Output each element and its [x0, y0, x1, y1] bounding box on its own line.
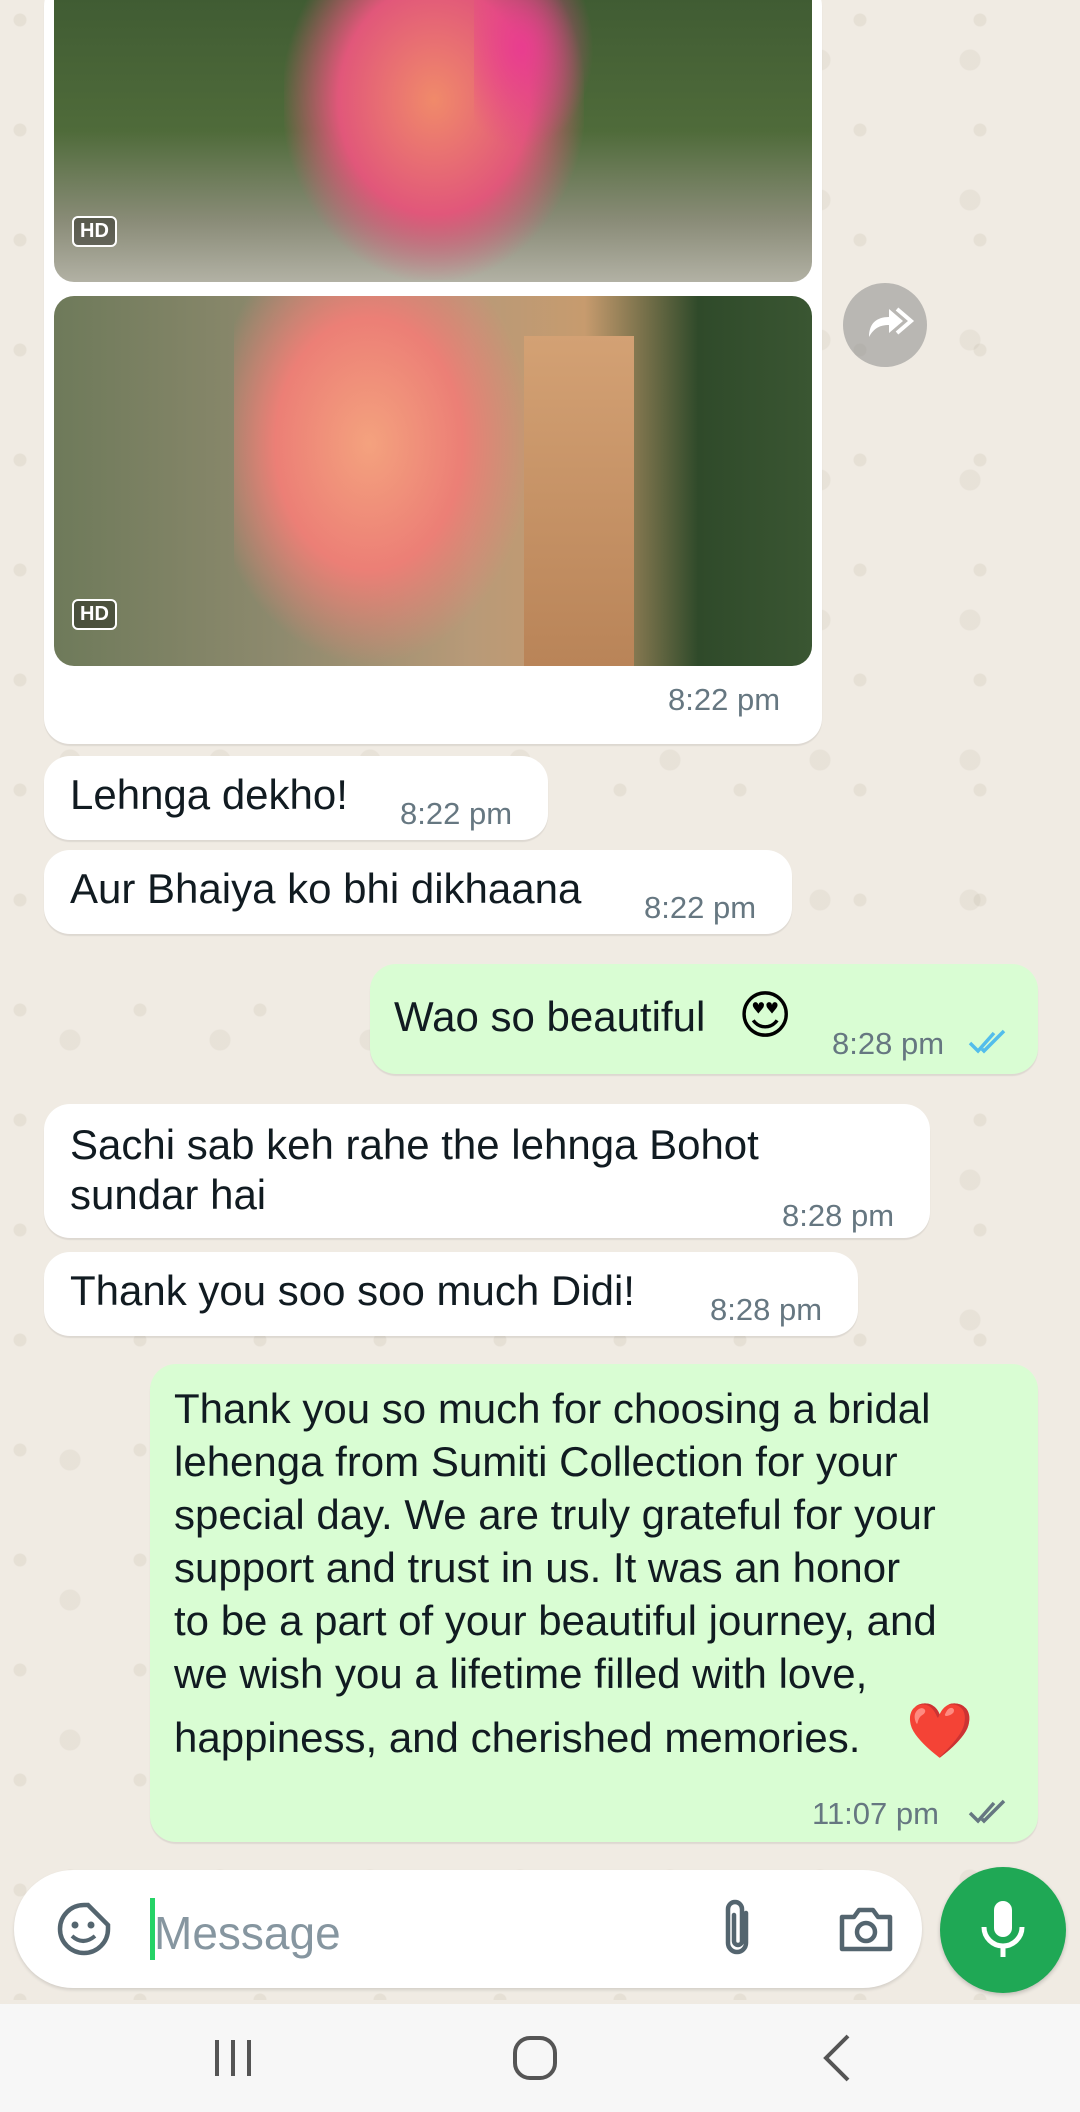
message-text: Thank you soo soo much Didi!	[70, 1267, 635, 1314]
message-line: special day. We are truly grateful for y…	[174, 1491, 936, 1538]
mic-button[interactable]	[940, 1867, 1066, 1993]
photo-1[interactable]: HD	[54, 0, 812, 282]
message-time: 8:22 pm	[400, 796, 513, 831]
incoming-message[interactable]: Aur Bhaiya ko bhi dikhaana 8:22 pm	[44, 850, 792, 934]
message-time: 11:07 pm	[812, 1796, 939, 1831]
outgoing-message[interactable]: Wao so beautiful 😍 8:28 pm	[370, 964, 1038, 1074]
forward-icon	[869, 307, 915, 337]
back-icon[interactable]	[808, 2028, 868, 2088]
paperclip-icon[interactable]	[716, 1897, 760, 1961]
image-message-bubble[interactable]: HD HD 8:22 pm	[44, 0, 822, 744]
heart-eyes-emoji: 😍	[738, 987, 793, 1045]
photo-2-subject	[234, 296, 534, 666]
mic-icon	[981, 1901, 1025, 1957]
sticker-icon[interactable]	[54, 1899, 114, 1959]
message-time: 8:28 pm	[832, 1026, 945, 1061]
photo-1-dupatta	[474, 0, 594, 150]
message-time: 8:22 pm	[668, 682, 781, 717]
photo-2[interactable]: HD	[54, 296, 812, 666]
message-time: 8:22 pm	[644, 890, 757, 925]
message-text: Lehnga dekho!	[70, 771, 348, 818]
incoming-message[interactable]: Lehnga dekho! 8:22 pm	[44, 756, 548, 840]
delivered-ticks-icon	[968, 1799, 1006, 1824]
message-line: we wish you a lifetime filled with love,	[174, 1650, 868, 1697]
message-composer[interactable]: Message	[14, 1870, 922, 1988]
message-time: 8:28 pm	[782, 1198, 895, 1233]
message-text-line-1: Sachi sab keh rahe the lehnga Bohot	[70, 1121, 759, 1168]
system-navigation-bar	[0, 2004, 1080, 2112]
message-line: lehenga from Sumiti Collection for your	[174, 1438, 898, 1485]
home-icon[interactable]	[505, 2028, 565, 2088]
message-input[interactable]: Message	[154, 1906, 341, 1960]
recents-icon[interactable]	[203, 2028, 263, 2088]
photo-2-pillar	[524, 336, 634, 666]
message-line: happiness, and cherished memories.	[174, 1714, 861, 1761]
hd-badge: HD	[72, 216, 117, 247]
message-line: support and trust in us. It was an honor	[174, 1544, 901, 1591]
outgoing-message[interactable]: Thank you so much for choosing a bridal …	[150, 1364, 1038, 1842]
incoming-message[interactable]: Thank you soo soo much Didi! 8:28 pm	[44, 1252, 858, 1336]
message-text: Wao so beautiful	[394, 993, 706, 1040]
red-heart-emoji: ❤️	[906, 1701, 974, 1761]
forward-button[interactable]	[843, 283, 927, 367]
read-ticks-icon	[968, 1029, 1006, 1054]
message-line: to be a part of your beautiful journey, …	[174, 1597, 937, 1644]
hd-badge: HD	[72, 599, 117, 630]
message-time: 8:28 pm	[710, 1292, 823, 1327]
camera-icon[interactable]	[836, 1899, 896, 1959]
message-text-line-2: sundar hai	[70, 1171, 267, 1218]
message-text: Aur Bhaiya ko bhi dikhaana	[70, 865, 582, 912]
incoming-message[interactable]: Sachi sab keh rahe the lehnga Bohot sund…	[44, 1104, 930, 1238]
message-line: Thank you so much for choosing a bridal	[174, 1385, 931, 1432]
